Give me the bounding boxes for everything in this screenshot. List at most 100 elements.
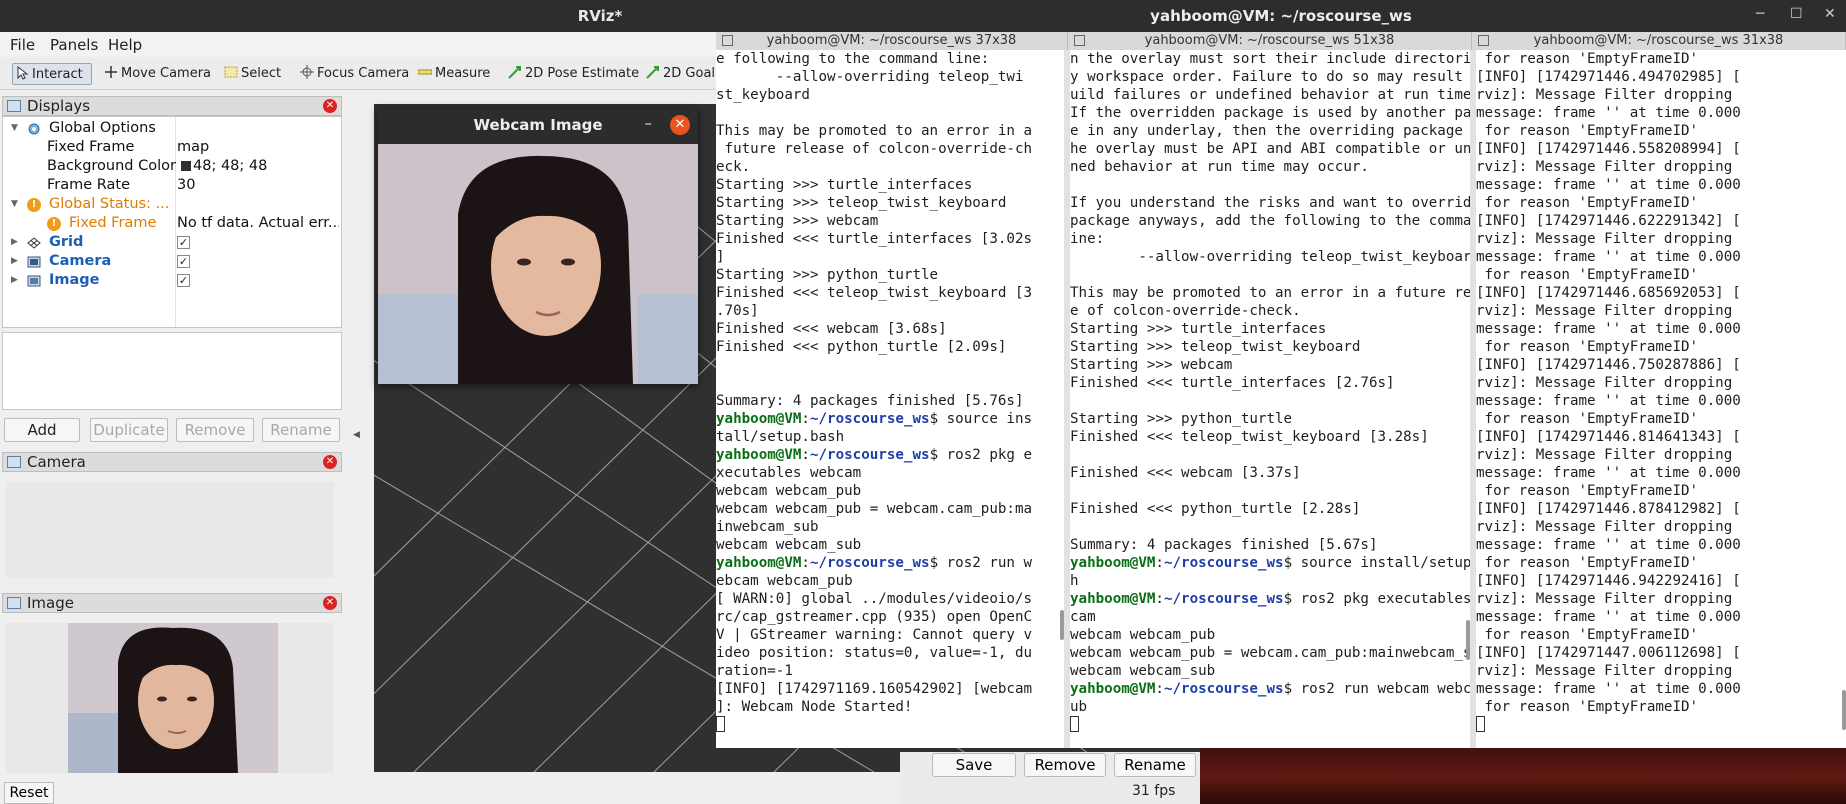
cursor-icon — [17, 66, 29, 80]
move-camera-tool[interactable]: Move Camera — [102, 63, 211, 85]
terminal-pane-3[interactable]: for reason 'EmptyFrameID' [INFO] [174297… — [1476, 50, 1846, 748]
row-value[interactable]: 48; 48; 48 — [177, 157, 339, 176]
rename-button[interactable]: Rename — [1114, 753, 1196, 777]
tree-row-fixed-frame[interactable]: Fixed Frame map — [3, 138, 341, 157]
fps-counter: 31 fps — [1132, 783, 1176, 799]
select-label: Select — [241, 66, 282, 81]
warning-icon: ! — [47, 217, 61, 231]
terminal-title: yahboom@VM: ~/roscourse_ws — [716, 0, 1846, 32]
measure-tool[interactable]: Measure — [416, 63, 490, 85]
camera-checkbox[interactable]: ✓ — [177, 255, 190, 268]
tree-row-camera[interactable]: ▶ Camera ✓ — [3, 252, 341, 271]
row-label: Frame Rate — [47, 177, 131, 193]
terminal-icon — [722, 35, 733, 46]
tree-row-image[interactable]: ▶ Image ✓ — [3, 271, 341, 290]
goal-arrow-icon — [646, 66, 659, 79]
image-view — [6, 623, 334, 773]
move-camera-label: Move Camera — [121, 66, 212, 81]
terminal-output-3: for reason 'EmptyFrameID' [INFO] [174297… — [1476, 50, 1846, 734]
expand-arrow-icon[interactable]: ▶ — [11, 271, 18, 290]
ruler-icon — [418, 69, 432, 75]
terminal-output-2: n the overlay must sort their include di… — [1070, 50, 1470, 734]
tree-row-grid[interactable]: ▶ Grid ✓ — [3, 233, 341, 252]
focus-camera-tool[interactable]: Focus Camera — [298, 63, 409, 85]
tree-row-global-status[interactable]: ▼ ! Global Status: ... — [3, 195, 341, 214]
grid-checkbox[interactable]: ✓ — [177, 236, 190, 249]
duplicate-button[interactable]: Duplicate — [90, 418, 168, 442]
pose-estimate-label: 2D Pose Estimate — [525, 66, 640, 81]
expand-arrow-icon[interactable]: ▶ — [11, 252, 18, 271]
interact-label: Interact — [32, 67, 83, 82]
measure-label: Measure — [435, 66, 491, 81]
collapse-arrow-icon[interactable]: ◀ — [353, 430, 360, 440]
tab-pane-2[interactable]: yahboom@VM: ~/roscourse_ws 51x38 — [1068, 32, 1472, 50]
remove-button[interactable]: Remove — [1024, 753, 1106, 777]
tree-row-background-color[interactable]: Background Color 48; 48; 48 — [3, 157, 341, 176]
image-checkbox[interactable]: ✓ — [177, 274, 190, 287]
minimize-icon[interactable]: ─ — [1756, 6, 1764, 22]
image-panel-icon — [7, 597, 21, 609]
maximize-icon[interactable]: ☐ — [1790, 6, 1803, 22]
displays-title: Displays — [27, 97, 91, 115]
expand-arrow-icon[interactable]: ▼ — [11, 195, 18, 214]
webcam-frame — [378, 144, 698, 384]
row-label: Fixed Frame — [47, 139, 135, 155]
add-button[interactable]: Add — [4, 418, 80, 442]
row-value: No tf data. Actual err... — [177, 215, 339, 231]
menu-file[interactable]: File — [10, 36, 35, 54]
row-label: Global Options — [49, 120, 156, 136]
save-button[interactable]: Save — [932, 753, 1016, 777]
interact-tool[interactable]: Interact — [12, 63, 92, 85]
terminal-pane-2[interactable]: n the overlay must sort their include di… — [1070, 50, 1470, 748]
grid-icon — [27, 237, 41, 249]
tab-label: yahboom@VM: ~/roscourse_ws 51x38 — [1144, 33, 1395, 48]
close-icon[interactable]: ✕ — [1824, 6, 1836, 22]
tab-pane-3[interactable]: yahboom@VM: ~/roscourse_ws 31x38 — [1472, 32, 1846, 50]
green-arrow-icon — [508, 66, 521, 79]
image-panel-title: Image — [27, 594, 74, 612]
terminal-icon — [1074, 35, 1085, 46]
terminal-output-1: e following to the command line: --allow… — [716, 50, 1064, 734]
reset-button[interactable]: Reset — [4, 782, 54, 804]
scrollbar[interactable] — [1842, 690, 1846, 730]
row-label: Background Color — [47, 158, 176, 174]
expand-arrow-icon[interactable]: ▼ — [11, 119, 18, 138]
color-swatch[interactable] — [181, 161, 191, 171]
menu-help[interactable]: Help — [108, 36, 142, 54]
menu-panels[interactable]: Panels — [50, 36, 98, 54]
select-tool[interactable]: Select — [222, 63, 281, 85]
terminal-pane-1[interactable]: e following to the command line: --allow… — [716, 50, 1064, 748]
row-label: Global Status: ... — [49, 196, 170, 212]
camera-icon — [27, 256, 41, 268]
tree-row-global-options[interactable]: ▼ Global Options — [3, 119, 341, 138]
face-image — [68, 623, 278, 773]
move-icon — [105, 66, 117, 78]
camera-panel-title: Camera — [27, 453, 86, 471]
rename-button[interactable]: Rename — [262, 418, 340, 442]
row-value[interactable]: map — [177, 138, 339, 157]
pose-estimate-tool[interactable]: 2D Pose Estimate — [506, 63, 639, 85]
close-icon[interactable]: ✕ — [323, 596, 337, 610]
close-icon[interactable]: ✕ — [670, 115, 690, 135]
tree-row-frame-rate[interactable]: Frame Rate 30 — [3, 176, 341, 195]
webcam-window: Webcam Image – ✕ — [378, 108, 698, 384]
tab-label: yahboom@VM: ~/roscourse_ws 31x38 — [1533, 33, 1784, 48]
row-label: Grid — [49, 234, 84, 250]
close-icon[interactable]: ✕ — [323, 99, 337, 113]
row-value[interactable]: 30 — [177, 176, 339, 195]
select-icon — [224, 66, 238, 78]
expand-arrow-icon[interactable]: ▶ — [11, 233, 18, 252]
focus-camera-label: Focus Camera — [317, 66, 410, 81]
remove-button[interactable]: Remove — [176, 418, 254, 442]
text-cursor — [1476, 716, 1485, 732]
close-icon[interactable]: ✕ — [323, 455, 337, 469]
face-image — [378, 144, 698, 384]
tree-row-status-fixed-frame[interactable]: ! Fixed Frame No tf data. Actual err... — [3, 214, 341, 233]
minimize-icon[interactable]: – — [645, 114, 653, 132]
camera-view — [6, 482, 334, 578]
tab-pane-1[interactable]: yahboom@VM: ~/roscourse_ws 37x38 — [716, 32, 1068, 50]
displays-tree: ▼ Global Options Fixed Frame map Backgro… — [2, 116, 342, 328]
gear-icon — [28, 123, 40, 135]
goal-pose-tool[interactable]: 2D Goal P — [644, 63, 727, 85]
camera-panel-icon — [7, 456, 21, 468]
